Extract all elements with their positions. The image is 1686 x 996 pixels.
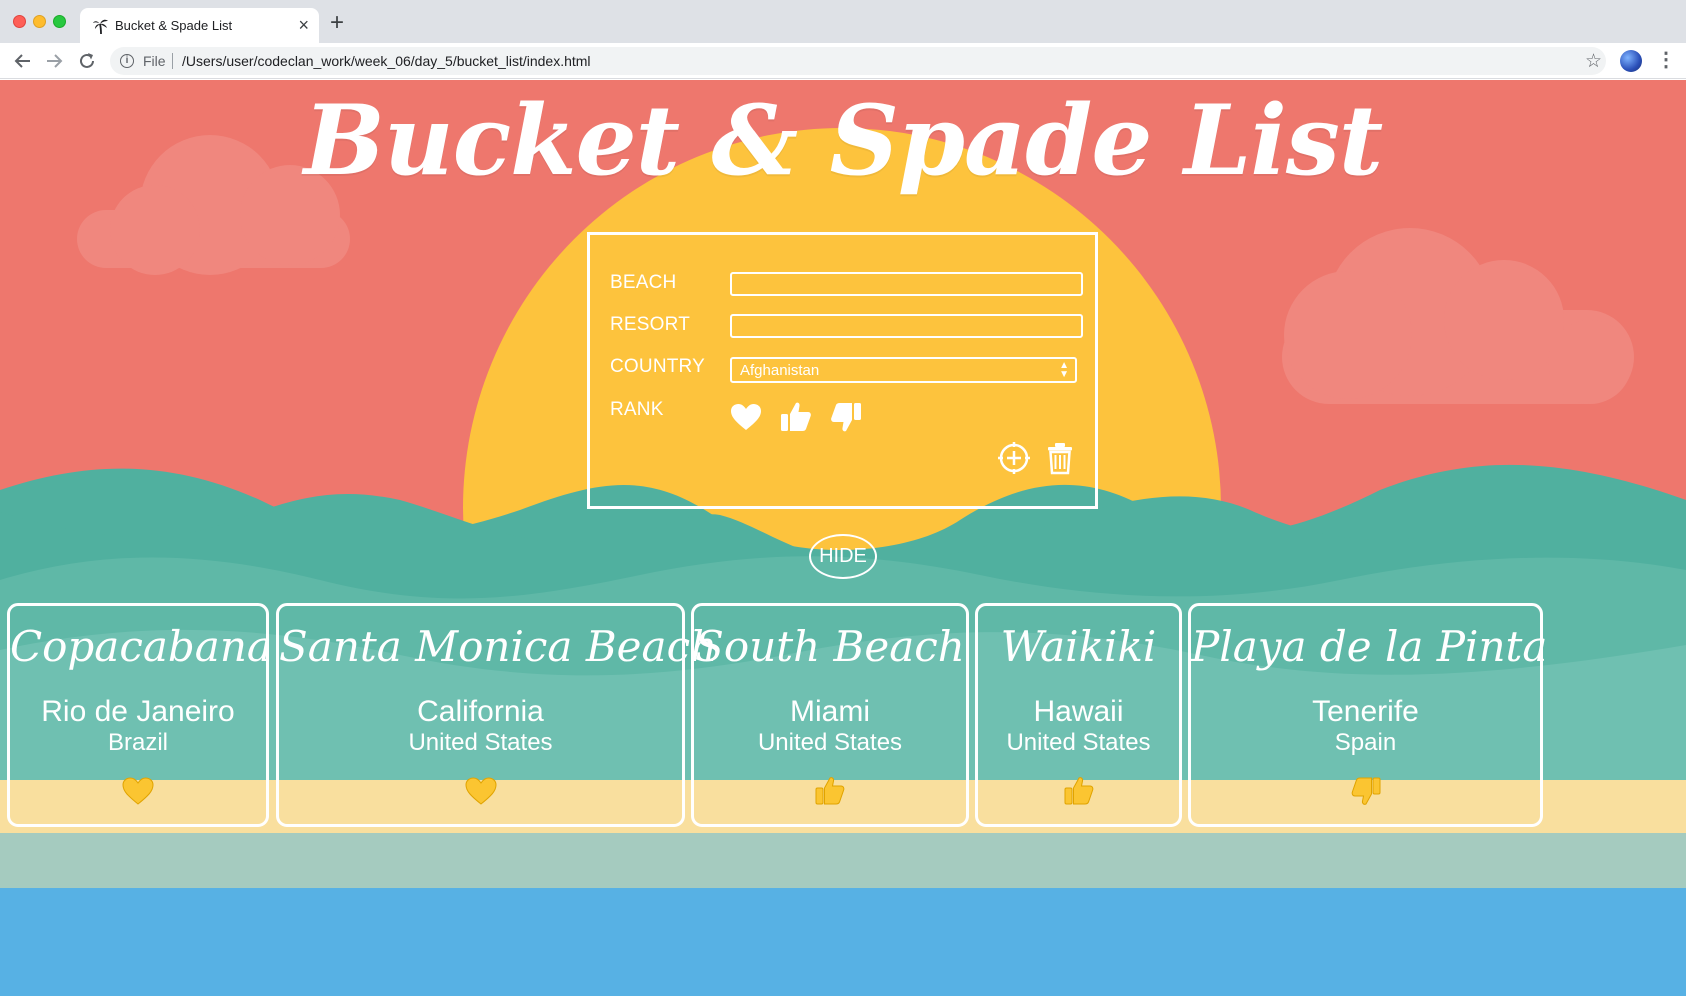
beach-card[interactable]: Playa de la Pinta Tenerife Spain bbox=[1188, 603, 1548, 827]
back-arrow-icon[interactable] bbox=[12, 50, 34, 72]
beach-card[interactable]: Waikiki Hawaii United States bbox=[975, 603, 1182, 827]
tab-title: Bucket & Spade List bbox=[115, 18, 233, 33]
browser-tab[interactable]: Bucket & Spade List × bbox=[80, 8, 319, 43]
country-label: COUNTRY bbox=[610, 356, 705, 377]
address-url[interactable]: /Users/user/codeclan_work/week_06/day_5/… bbox=[182, 53, 591, 69]
add-circle-icon bbox=[998, 442, 1030, 474]
rank-thumbs-up-button[interactable] bbox=[778, 399, 814, 435]
trash-icon bbox=[1048, 443, 1072, 475]
country-select-value: Afghanistan bbox=[740, 362, 820, 379]
palm-tree-icon bbox=[93, 19, 108, 35]
add-beach-form: BEACH RESORT COUNTRY Afghanistan ▲ ▼ RANK bbox=[587, 232, 1098, 509]
shore-strip bbox=[0, 833, 1686, 888]
delete-all-button[interactable] bbox=[1042, 440, 1078, 476]
beach-card[interactable]: Santa Monica Beach California United Sta… bbox=[276, 603, 718, 827]
browser-menu-icon[interactable]: ⋮ bbox=[1656, 50, 1676, 72]
select-arrows-icon: ▲ ▼ bbox=[1059, 360, 1069, 380]
card-beach-name: Santa Monica Beach bbox=[279, 622, 718, 671]
rank-label: RANK bbox=[610, 399, 664, 420]
water-strip bbox=[0, 888, 1686, 996]
address-separator bbox=[172, 53, 173, 69]
address-bar[interactable]: i File /Users/user/codeclan_work/week_06… bbox=[110, 47, 1606, 75]
beach-label: BEACH bbox=[610, 272, 677, 293]
card-beach-name: Playa de la Pinta bbox=[1191, 622, 1548, 671]
rank-thumbs-down-button[interactable] bbox=[828, 399, 864, 435]
browser-toolbar: i File /Users/user/codeclan_work/week_06… bbox=[0, 43, 1686, 79]
heart-icon bbox=[731, 404, 761, 430]
yellow-thumbs-up-icon bbox=[815, 777, 845, 805]
card-country-name: United States bbox=[1006, 729, 1151, 756]
card-country-name: United States bbox=[408, 729, 553, 756]
resort-label: RESORT bbox=[610, 314, 691, 335]
card-beach-name: South Beach bbox=[695, 622, 965, 671]
thumbs-up-icon bbox=[781, 402, 811, 431]
card-resort-name: Rio de Janeiro bbox=[41, 695, 235, 728]
add-beach-button[interactable] bbox=[996, 440, 1032, 476]
yellow-thumbs-down-icon bbox=[1351, 777, 1380, 805]
card-resort-name: Tenerife bbox=[1312, 695, 1419, 728]
resort-input[interactable] bbox=[730, 314, 1083, 338]
card-country-name: Brazil bbox=[107, 729, 168, 756]
rank-heart-button[interactable] bbox=[728, 399, 764, 435]
card-beach-name: Waikiki bbox=[1000, 622, 1157, 671]
country-select[interactable]: Afghanistan ▲ ▼ bbox=[730, 357, 1077, 383]
browser-tab-strip: Bucket & Spade List × + bbox=[0, 0, 1686, 43]
card-resort-name: California bbox=[417, 695, 544, 728]
reload-icon[interactable] bbox=[76, 50, 98, 72]
card-resort-name: Hawaii bbox=[1033, 695, 1124, 728]
yellow-heart-icon bbox=[122, 777, 154, 805]
profile-avatar[interactable] bbox=[1620, 50, 1642, 72]
info-icon[interactable]: i bbox=[120, 54, 134, 68]
window-maximize-button[interactable] bbox=[53, 15, 66, 28]
window-minimize-button[interactable] bbox=[33, 15, 46, 28]
beach-card[interactable]: Copacabana Rio de Janeiro Brazil bbox=[7, 603, 272, 827]
new-tab-button[interactable]: + bbox=[330, 11, 344, 35]
card-country-name: United States bbox=[757, 729, 903, 756]
bookmark-star-icon[interactable]: ☆ bbox=[1585, 50, 1602, 73]
yellow-thumbs-up-icon bbox=[1064, 777, 1093, 805]
card-country-name: Spain bbox=[1334, 729, 1397, 756]
thumbs-down-icon bbox=[831, 403, 861, 432]
page-title: Bucket & Spade List bbox=[303, 84, 1383, 197]
card-resort-name: Miami bbox=[790, 695, 870, 728]
window-close-button[interactable] bbox=[13, 15, 26, 28]
beach-card[interactable]: South Beach Miami United States bbox=[691, 603, 969, 827]
tab-close-icon[interactable]: × bbox=[298, 15, 309, 35]
card-beach-name: Copacabana bbox=[10, 622, 272, 671]
forward-arrow-icon[interactable] bbox=[43, 50, 65, 72]
address-scheme-label: File bbox=[143, 53, 166, 69]
yellow-heart-icon bbox=[464, 777, 497, 805]
beach-input[interactable] bbox=[730, 272, 1083, 296]
hide-button[interactable]: HIDE bbox=[809, 534, 877, 579]
page-viewport: Bucket & Spade List BEACH RESORT COUNTRY… bbox=[0, 80, 1686, 996]
